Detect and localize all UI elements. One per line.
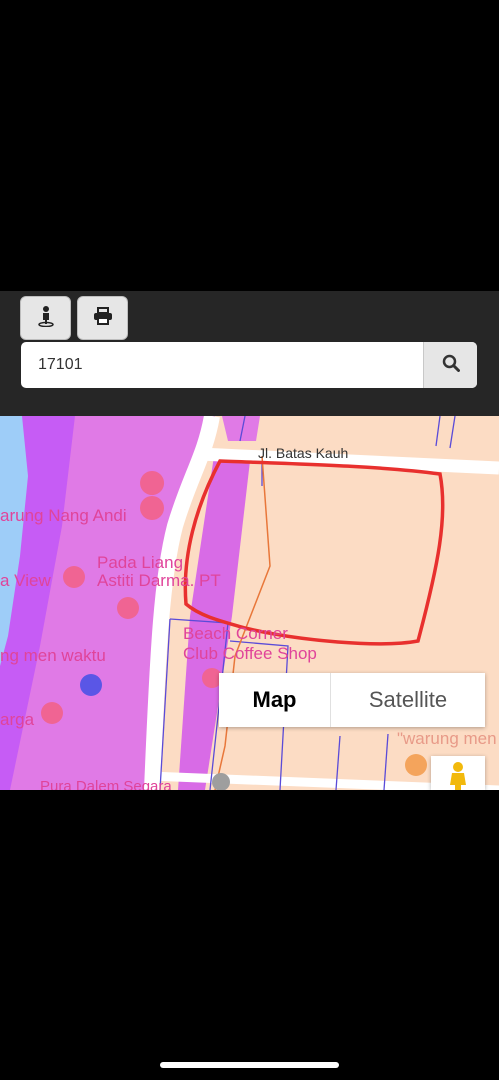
place-label: ng men waktu xyxy=(0,646,106,665)
print-button[interactable] xyxy=(77,296,128,340)
hotel-icon[interactable] xyxy=(117,597,139,619)
map-view[interactable]: Jl. Batas Kauh arung Nang Andi Pada Lian… xyxy=(0,416,499,790)
place-label: a View xyxy=(0,571,51,590)
restaurant-icon[interactable] xyxy=(41,702,63,724)
place-label: Pura Dalem Segara xyxy=(40,778,172,790)
search-bar xyxy=(21,342,477,388)
place-label: Astiti Darma. PT xyxy=(97,571,221,590)
map-type-satellite-button[interactable]: Satellite xyxy=(331,673,485,727)
place-label: Pada Liang xyxy=(97,553,184,572)
map-type-control: Map Satellite xyxy=(219,673,485,727)
place-label: arga xyxy=(0,710,35,729)
street-view-control[interactable] xyxy=(431,756,485,790)
search-button[interactable] xyxy=(423,342,477,388)
place-label: Club Coffee Shop xyxy=(183,644,317,663)
place-label: "warung men xyxy=(397,729,497,748)
road-label: Jl. Batas Kauh xyxy=(258,445,349,461)
print-icon xyxy=(93,306,113,330)
map-type-map-button[interactable]: Map xyxy=(219,673,331,727)
shopping-icon[interactable] xyxy=(80,674,102,696)
cafe-icon[interactable] xyxy=(63,566,85,588)
place-label: Beach Corner xyxy=(183,624,288,643)
home-indicator[interactable] xyxy=(160,1062,339,1068)
place-label: arung Nang Andi xyxy=(0,506,127,525)
search-icon xyxy=(442,354,460,377)
person-pin-icon xyxy=(37,305,55,332)
search-input[interactable] xyxy=(21,342,423,388)
restaurant-icon[interactable] xyxy=(405,754,427,776)
pegman-icon xyxy=(431,762,485,794)
location-button[interactable] xyxy=(20,296,71,340)
